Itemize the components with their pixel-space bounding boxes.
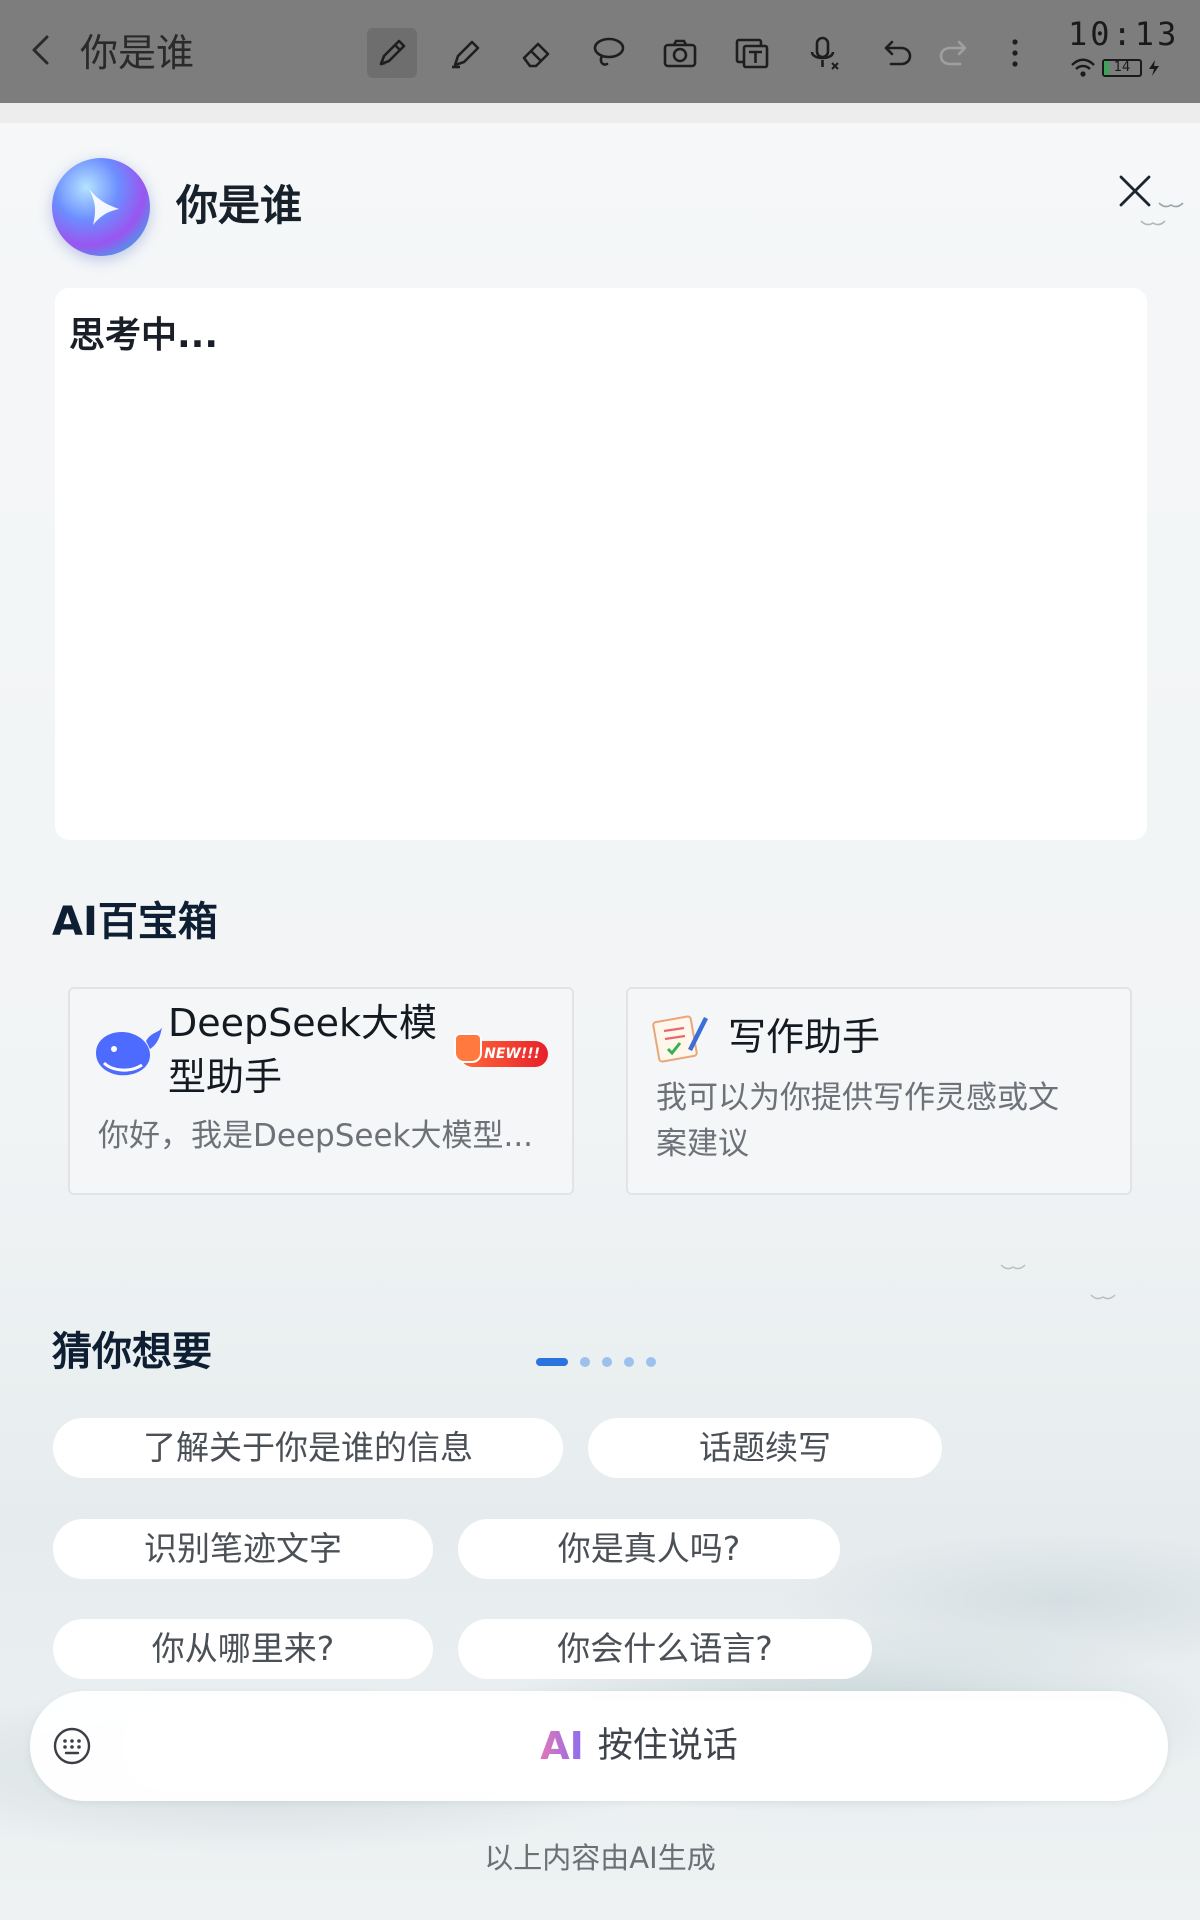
text-recognize-button[interactable] <box>727 28 777 78</box>
pen-tool-button[interactable] <box>367 28 417 78</box>
bird-decoration <box>1158 202 1184 208</box>
back-button[interactable] <box>24 30 56 70</box>
text-recognize-icon <box>735 38 769 69</box>
gift-bag-icon <box>454 1033 482 1063</box>
spark-icon <box>89 189 119 225</box>
highlighter-icon <box>452 40 480 69</box>
suggestion-chip[interactable]: 你会什么语言? <box>458 1619 872 1679</box>
camera-tool-button[interactable] <box>655 28 705 78</box>
suggestions-title: 猜你想要 <box>52 1329 212 1375</box>
suggestion-chip[interactable]: 话题续写 <box>588 1418 942 1478</box>
query-title: 你是谁 <box>176 181 303 230</box>
status-icons: 14 <box>1070 58 1160 78</box>
ai-assistant-panel: 你是谁 思考中... AI百宝箱 DeepSeek大模 型助手 NEW!!! 你… <box>0 123 1200 1920</box>
more-icon <box>1012 39 1018 67</box>
note-toolbar: 你是谁 10:13 14 <box>0 0 1200 103</box>
ai-mark-icon: AI <box>540 1724 584 1768</box>
more-button[interactable] <box>990 28 1040 78</box>
new-badge-label: NEW!!! <box>484 1046 540 1062</box>
suggestion-chip[interactable]: 你从哪里来? <box>53 1619 433 1679</box>
writing-notepad-icon <box>652 1015 708 1063</box>
pagination-dot[interactable] <box>646 1357 656 1367</box>
keyboard-toggle-button[interactable] <box>50 1724 94 1768</box>
pagination-dot[interactable] <box>536 1358 568 1366</box>
deepseek-card[interactable]: DeepSeek大模 型助手 NEW!!! 你好，我是DeepSeek大模型..… <box>68 987 574 1195</box>
hold-to-talk-label: 按住说话 <box>597 1726 738 1766</box>
bolt-icon <box>1149 60 1159 76</box>
close-button[interactable] <box>1112 168 1158 214</box>
highlighter-tool-button[interactable] <box>440 28 490 78</box>
carousel-pagination <box>536 1357 656 1367</box>
undo-button[interactable] <box>871 28 921 78</box>
wifi-icon <box>1071 58 1095 77</box>
writing-card-desc-line1: 我可以为你提供写作灵感或文 <box>656 1080 1059 1116</box>
close-icon <box>1119 175 1151 207</box>
toolbox-title: AI百宝箱 <box>52 899 218 945</box>
redo-icon <box>939 40 967 66</box>
pen-icon <box>379 39 406 66</box>
suggestion-chip[interactable]: 你是真人吗? <box>458 1519 840 1579</box>
eraser-tool-button[interactable] <box>512 28 562 78</box>
deepseek-card-title-line1: DeepSeek大模 <box>168 1001 438 1045</box>
writing-assistant-card[interactable]: 写作助手 我可以为你提供写作灵感或文 案建议 <box>626 987 1132 1195</box>
bird-decoration <box>1090 1294 1116 1300</box>
answer-card: 思考中... <box>55 288 1147 840</box>
ai-assistant-logo <box>52 158 150 256</box>
voice-note-button[interactable] <box>799 28 849 78</box>
undo-icon <box>884 40 912 66</box>
deepseek-card-desc: 你好，我是DeepSeek大模型... <box>98 1118 534 1154</box>
battery-level-fill <box>1104 61 1110 75</box>
writing-card-desc-line2: 案建议 <box>656 1126 749 1162</box>
hold-to-talk-button[interactable]: AI 按住说话 <box>122 1701 1156 1791</box>
chevron-left-icon <box>32 35 49 65</box>
bird-decoration <box>1140 220 1166 226</box>
answer-text: 思考中... <box>69 315 219 356</box>
new-badge: NEW!!! <box>454 1033 548 1067</box>
eraser-icon <box>522 42 550 68</box>
bird-decoration <box>1000 1264 1026 1270</box>
battery-percent: 14 <box>1113 60 1131 75</box>
suggestion-chip[interactable]: 了解关于你是谁的信息 <box>53 1418 563 1478</box>
keyboard-icon <box>53 1727 91 1765</box>
pagination-dot[interactable] <box>580 1357 590 1367</box>
status-clock: 10:13 <box>1068 15 1180 53</box>
pagination-dot[interactable] <box>624 1357 634 1367</box>
whale-icon <box>96 1027 162 1076</box>
writing-card-title: 写作助手 <box>728 1015 881 1059</box>
camera-icon <box>663 39 697 68</box>
pagination-dot[interactable] <box>602 1357 612 1367</box>
lasso-tool-button[interactable] <box>583 28 633 78</box>
mic-icon <box>810 36 839 70</box>
input-bar: AI 按住说话 <box>30 1691 1168 1801</box>
redo-button[interactable] <box>930 28 980 78</box>
ai-disclaimer: 以上内容由AI生成 <box>484 1841 716 1875</box>
battery-indicator: 14 <box>1102 59 1142 77</box>
deepseek-card-title-line2: 型助手 <box>168 1055 283 1099</box>
suggestion-chip[interactable]: 识别笔迹文字 <box>53 1519 433 1579</box>
lasso-icon <box>593 37 625 66</box>
document-title: 你是谁 <box>80 31 195 75</box>
